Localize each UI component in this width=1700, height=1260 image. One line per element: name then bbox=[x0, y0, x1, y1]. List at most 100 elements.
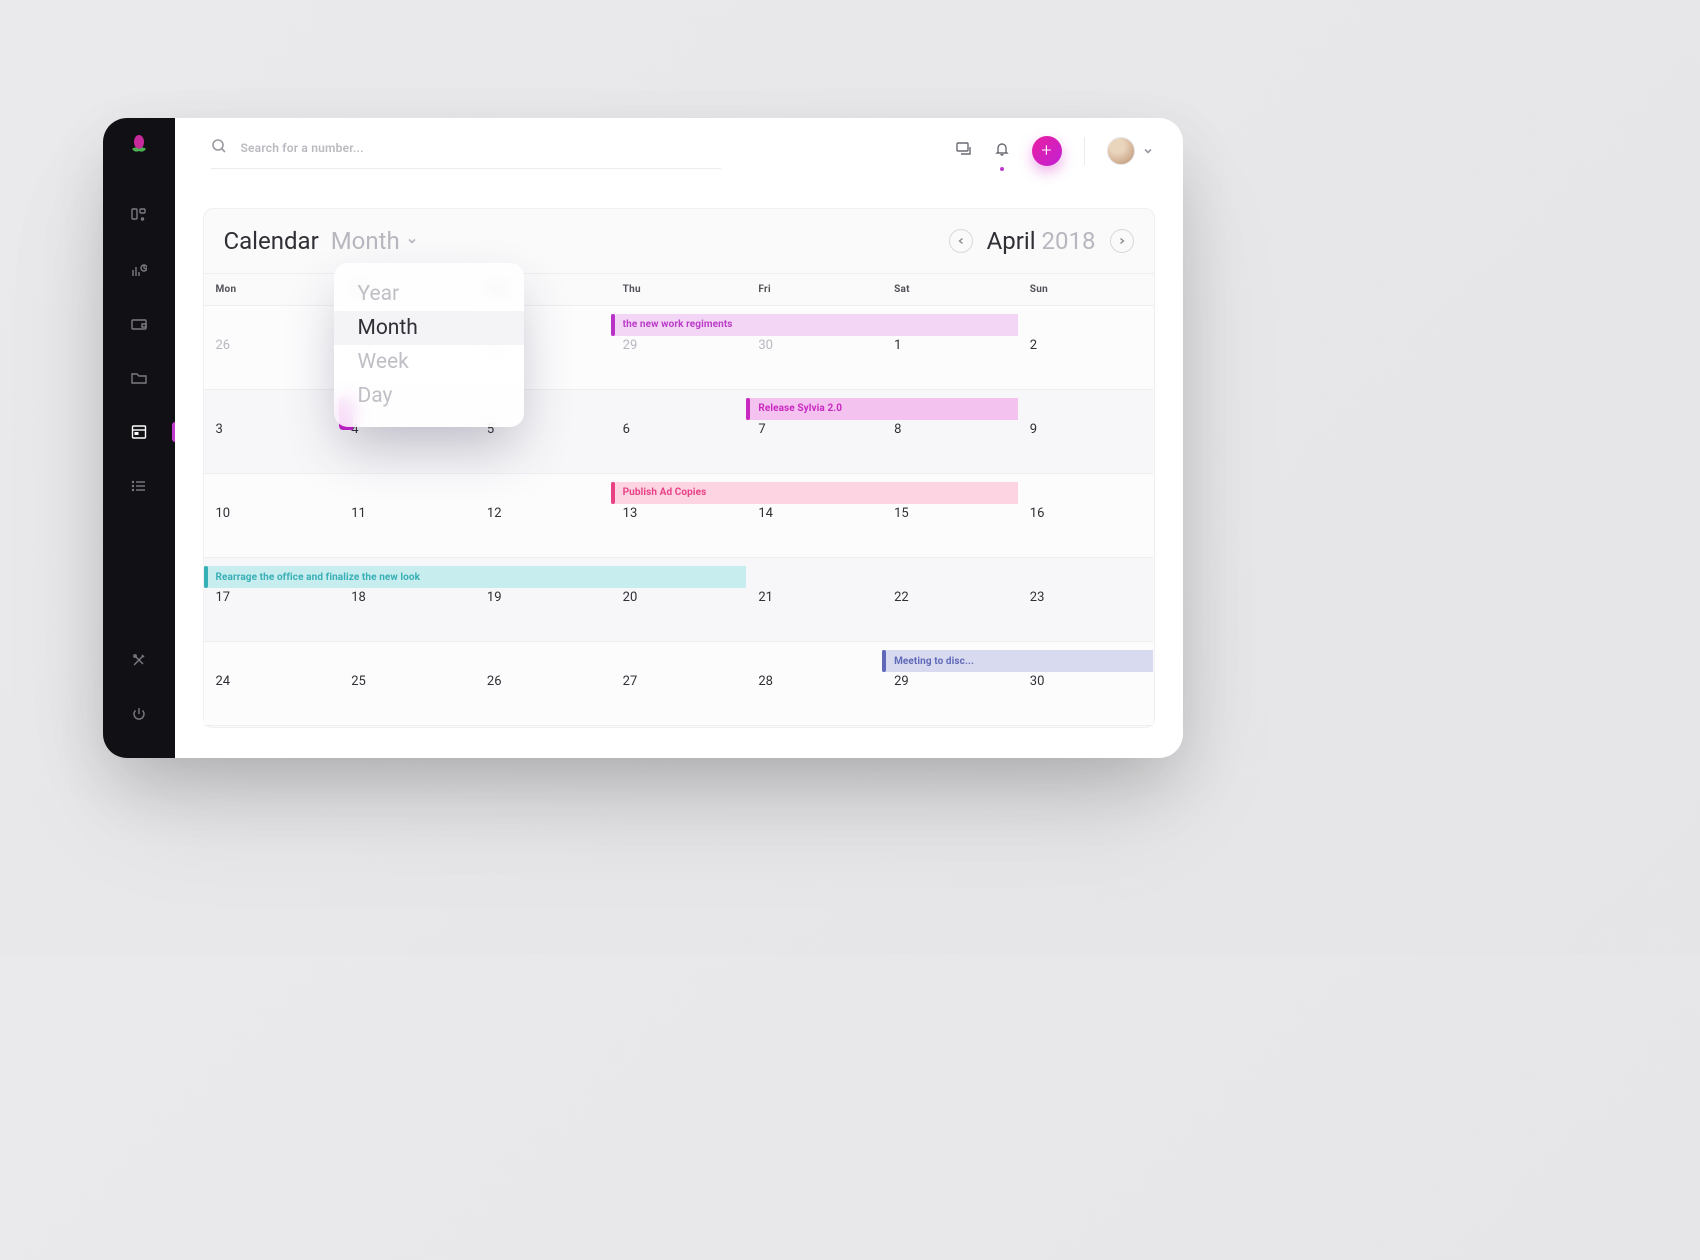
calendar-event[interactable]: Publish Ad Copies bbox=[611, 482, 1018, 504]
day-number: 28 bbox=[758, 674, 773, 689]
day-number: 7 bbox=[758, 422, 765, 437]
chevron-left-icon bbox=[957, 237, 965, 245]
day-cell[interactable]: 11 bbox=[339, 474, 475, 558]
day-number: 27 bbox=[623, 674, 638, 689]
app-window: + Calendar Month bbox=[103, 118, 1183, 758]
day-number: 30 bbox=[758, 338, 773, 353]
day-number: 24 bbox=[216, 674, 231, 689]
day-number: 9 bbox=[1030, 422, 1037, 437]
calendar-card: Calendar Month April2018 bbox=[203, 208, 1155, 728]
chevron-right-icon bbox=[1118, 237, 1126, 245]
current-year: 2018 bbox=[1042, 227, 1096, 255]
nav-calendar-icon[interactable] bbox=[103, 408, 175, 456]
calendar-container: Calendar Month April2018 bbox=[175, 184, 1183, 758]
nav-folder-icon[interactable] bbox=[103, 354, 175, 402]
day-number: 20 bbox=[623, 590, 638, 605]
day-number: 22 bbox=[894, 590, 909, 605]
day-cell[interactable]: 6 bbox=[611, 390, 747, 474]
main-content: + Calendar Month bbox=[175, 118, 1183, 758]
app-logo-icon bbox=[127, 132, 151, 156]
event-label: Meeting to disc... bbox=[894, 656, 974, 667]
day-number: 19 bbox=[487, 590, 502, 605]
day-cell[interactable]: 26 bbox=[204, 306, 340, 390]
event-label: Release Sylvia 2.0 bbox=[758, 403, 842, 414]
day-cell[interactable]: 26 bbox=[475, 642, 611, 726]
search-icon bbox=[211, 138, 227, 158]
day-cell[interactable]: 27 bbox=[611, 642, 747, 726]
day-number: 29 bbox=[894, 674, 909, 689]
day-number: 29 bbox=[623, 338, 638, 353]
day-number: 21 bbox=[758, 590, 773, 605]
topbar: + bbox=[175, 118, 1183, 184]
day-number: 8 bbox=[894, 422, 901, 437]
day-cell[interactable]: 28 bbox=[746, 642, 882, 726]
day-number: 11 bbox=[351, 506, 366, 521]
current-month: April bbox=[987, 227, 1036, 255]
view-option-year[interactable]: Year bbox=[334, 277, 524, 311]
weekday-label: Sun bbox=[1018, 274, 1154, 305]
nav-settings-icon[interactable] bbox=[103, 636, 175, 684]
nav-power-icon[interactable] bbox=[103, 690, 175, 738]
day-cell[interactable]: 25 bbox=[339, 642, 475, 726]
day-cell[interactable]: 2 bbox=[1018, 306, 1154, 390]
calendar-event[interactable]: Rearrage the office and finalize the new… bbox=[204, 566, 747, 588]
day-number: 18 bbox=[351, 590, 366, 605]
event-label: the new work regiments bbox=[623, 319, 733, 330]
weekday-label: Sat bbox=[882, 274, 1018, 305]
day-number: 2 bbox=[1030, 338, 1037, 353]
chevron-down-icon bbox=[1143, 141, 1153, 160]
day-cell[interactable]: 21 bbox=[746, 558, 882, 642]
day-cell[interactable]: 24 bbox=[204, 642, 340, 726]
messages-icon[interactable] bbox=[956, 141, 972, 161]
weekday-label: Mon bbox=[204, 274, 340, 305]
day-number: 14 bbox=[758, 506, 773, 521]
nav-wallet-icon[interactable] bbox=[103, 300, 175, 348]
notifications-icon[interactable] bbox=[994, 141, 1010, 161]
day-cell[interactable]: 10 bbox=[204, 474, 340, 558]
event-label: Rearrage the office and finalize the new… bbox=[216, 572, 421, 583]
day-cell[interactable]: 16 bbox=[1018, 474, 1154, 558]
day-number: 1 bbox=[894, 338, 901, 353]
day-number: 23 bbox=[1030, 590, 1045, 605]
nav-list-icon[interactable] bbox=[103, 462, 175, 510]
day-cell[interactable]: 23 bbox=[1018, 558, 1154, 642]
user-menu[interactable] bbox=[1107, 137, 1153, 165]
view-selector-label: Month bbox=[331, 227, 400, 255]
nav-dashboard-icon[interactable] bbox=[103, 192, 175, 240]
day-number: 10 bbox=[216, 506, 231, 521]
chevron-down-icon bbox=[406, 235, 418, 247]
add-button[interactable]: + bbox=[1032, 136, 1062, 166]
day-number: 26 bbox=[216, 338, 231, 353]
day-number: 3 bbox=[216, 422, 223, 437]
day-number: 26 bbox=[487, 674, 502, 689]
avatar bbox=[1107, 137, 1135, 165]
divider bbox=[1084, 137, 1085, 165]
calendar-event[interactable]: Release Sylvia 2.0 bbox=[746, 398, 1017, 420]
calendar-title: Calendar bbox=[224, 227, 319, 255]
calendar-event[interactable]: the new work regiments bbox=[611, 314, 1018, 336]
prev-month-button[interactable] bbox=[949, 229, 973, 253]
day-number: 25 bbox=[351, 674, 366, 689]
calendar-header: Calendar Month April2018 bbox=[204, 209, 1154, 273]
view-option-week[interactable]: Week bbox=[334, 345, 524, 379]
calendar-event[interactable]: Meeting to disc... bbox=[882, 650, 1153, 672]
day-cell[interactable]: 3 bbox=[204, 390, 340, 474]
weekday-label: Thu bbox=[611, 274, 747, 305]
nav-analytics-icon[interactable] bbox=[103, 246, 175, 294]
day-number: 13 bbox=[623, 506, 638, 521]
day-number: 16 bbox=[1030, 506, 1045, 521]
day-cell[interactable]: 12 bbox=[475, 474, 611, 558]
day-cell[interactable]: 9 bbox=[1018, 390, 1154, 474]
day-number: 12 bbox=[487, 506, 502, 521]
day-number: 6 bbox=[623, 422, 630, 437]
view-option-day[interactable]: Day bbox=[334, 379, 524, 413]
view-option-month[interactable]: Month bbox=[334, 311, 524, 345]
current-period: April2018 bbox=[987, 227, 1096, 255]
day-cell[interactable]: 22 bbox=[882, 558, 1018, 642]
day-number: 17 bbox=[216, 590, 231, 605]
search-input[interactable] bbox=[241, 141, 721, 155]
view-selector[interactable]: Month bbox=[331, 227, 418, 255]
view-dropdown: Year Month Week Day bbox=[334, 263, 524, 427]
search-box bbox=[211, 132, 721, 169]
next-month-button[interactable] bbox=[1110, 229, 1134, 253]
